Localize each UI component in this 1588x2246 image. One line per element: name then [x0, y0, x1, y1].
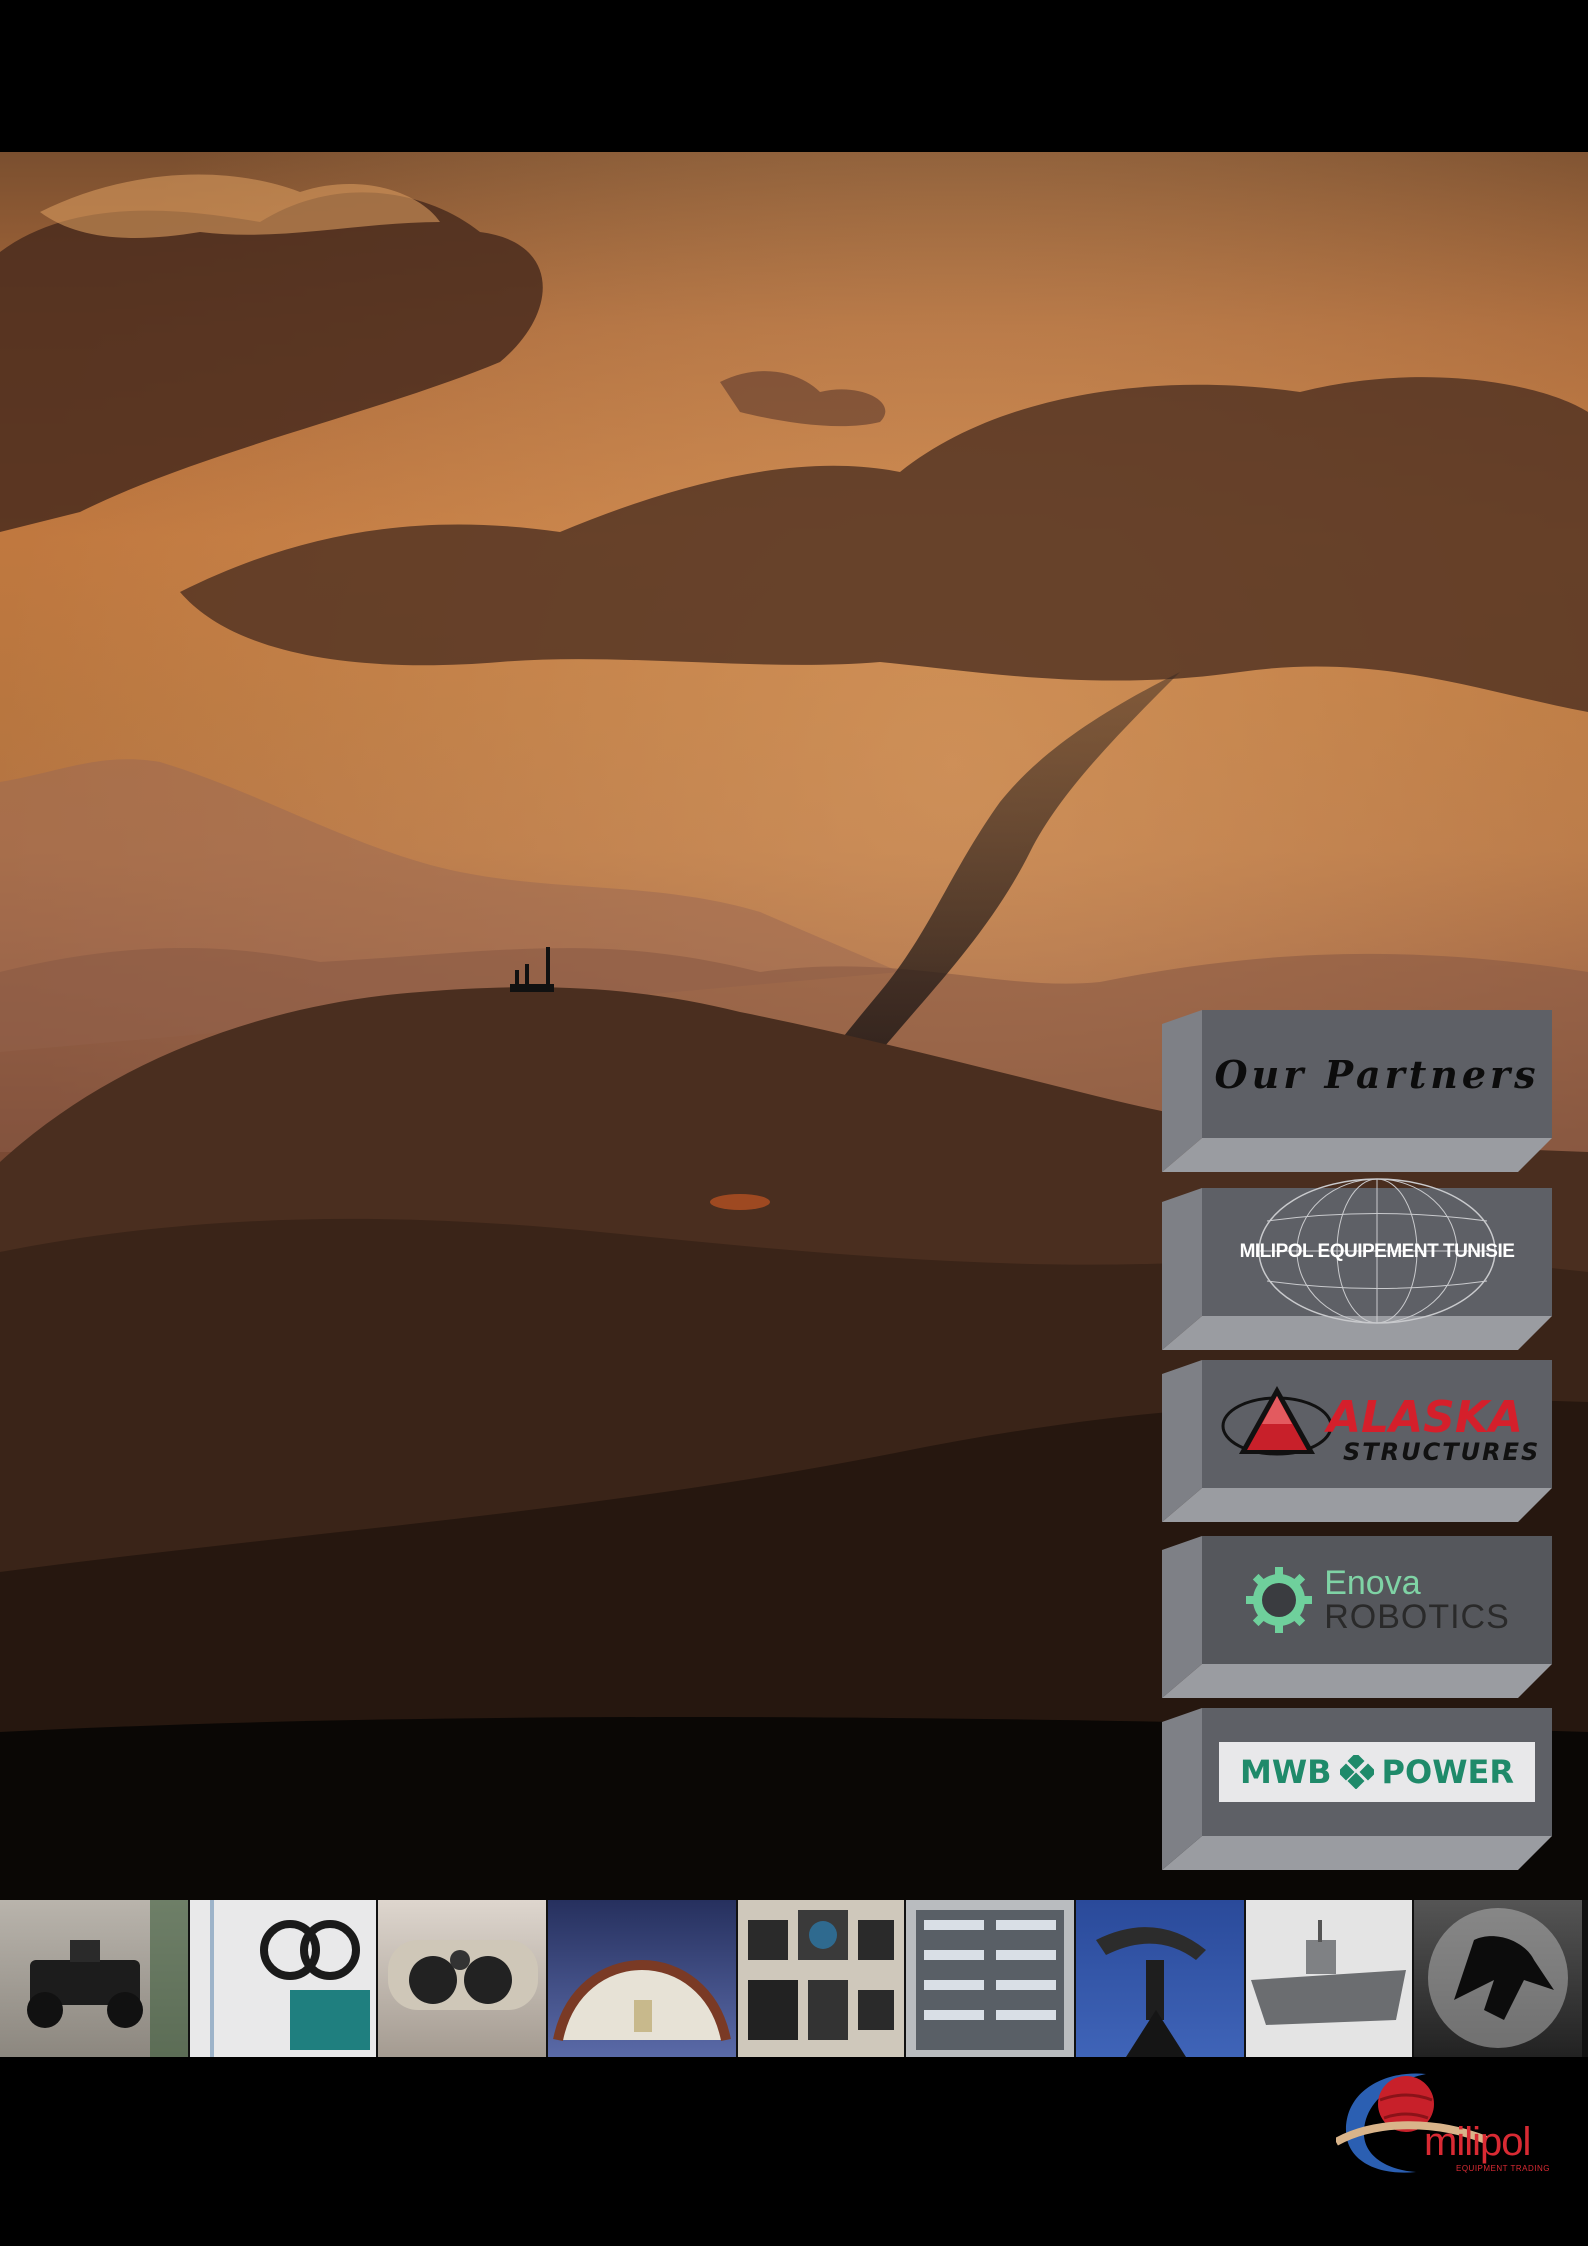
partners-title-tile: Our Partners	[1162, 1010, 1558, 1172]
partner-tile-enova-robotics[interactable]: Enova ROBOTICS	[1162, 1536, 1558, 1698]
gear-icon	[1246, 1567, 1313, 1633]
enova-word: Enova	[1324, 1564, 1421, 1602]
gallery-thumb-avionics-instruments[interactable]	[738, 1900, 904, 2057]
partner-tile-alaska-structures[interactable]: ALASKA STRUCTURES	[1162, 1360, 1558, 1522]
mwb-power-logo: MWB POWER	[1219, 1742, 1535, 1802]
milipol-tagline: EQUIPMENT TRADING	[1456, 2164, 1550, 2173]
gallery-thumb-dark-figure[interactable]	[1414, 1900, 1582, 2057]
gallery-thumb-robot-vehicle[interactable]	[0, 1900, 188, 2057]
gallery-thumb-electronic-racks[interactable]	[906, 1900, 1074, 2057]
partner-name-milipol-tunisie: MILIPOL EQUIPEMENT TUNISIE	[1239, 1241, 1515, 1262]
milipol-logo[interactable]: milipol EQUIPMENT TRADING	[1336, 2060, 1556, 2184]
mwb-word: MWB	[1240, 1753, 1332, 1791]
partners-title: Our Partners	[1214, 1051, 1540, 1097]
gallery-thumb-radar-antenna[interactable]	[1076, 1900, 1244, 2057]
alaska-word: ALASKA	[1324, 1392, 1523, 1443]
structures-word: STRUCTURES	[1343, 1438, 1537, 1466]
gallery-thumb-naval-ship[interactable]	[1246, 1900, 1412, 2057]
top-black-band	[0, 0, 1588, 152]
milipol-wordmark: milipol	[1424, 2120, 1531, 2164]
partner-tile-mwb-power[interactable]: MWB POWER	[1162, 1708, 1558, 1870]
gallery-thumb-cable-equipment[interactable]	[190, 1900, 376, 2057]
alaska-structures-logo: ALASKA STRUCTURES	[1221, 1386, 1537, 1466]
partner-tile-milipol-tunisie[interactable]: MILIPOL EQUIPEMENT TUNISIE	[1162, 1178, 1558, 1350]
diamond-icon	[1339, 1755, 1374, 1789]
gallery-thumb-rangefinder-binoculars[interactable]	[378, 1900, 546, 2057]
power-word: POWER	[1381, 1753, 1514, 1791]
robotics-word: ROBOTICS	[1324, 1598, 1510, 1636]
product-gallery-strip	[0, 1900, 1588, 2057]
gallery-thumb-shelter-tent[interactable]	[548, 1900, 736, 2057]
